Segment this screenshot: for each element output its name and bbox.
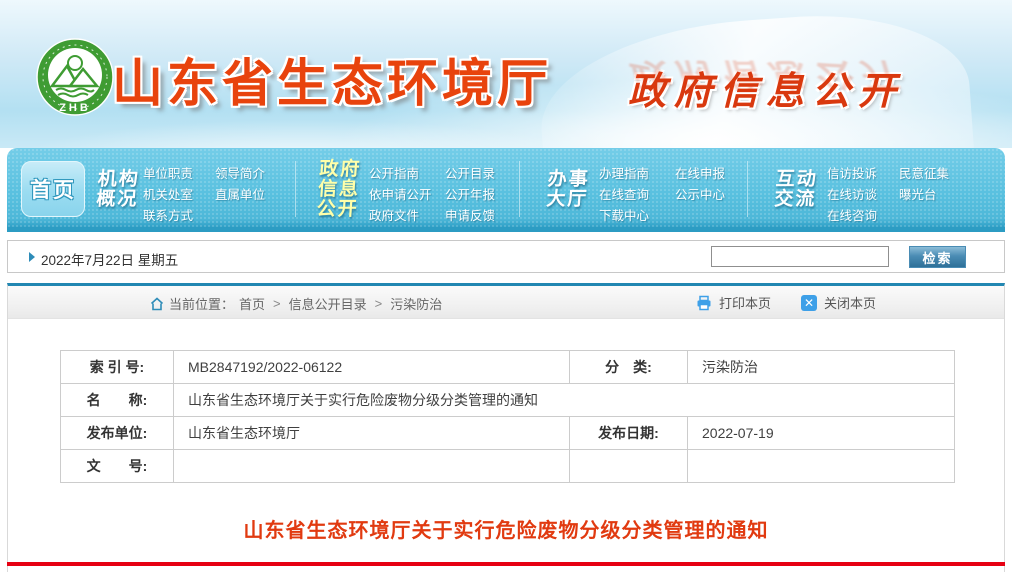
nav-link-unit-duties[interactable]: 单位职责 [143,164,193,185]
nav-links-column: 在线申报 公示中心 [675,164,725,206]
print-page-button[interactable]: 打印本页 [696,293,771,312]
article-title: 山东省生态环境厅关于实行危险废物分级分类管理的通知 [8,514,1004,543]
printer-icon [696,295,712,311]
nav-links-column: 公开目录 公开年报 申请反馈 [445,164,495,227]
nav-link-petition[interactable]: 信访投诉 [827,164,877,185]
close-page-label: 关闭本页 [824,293,876,312]
banner-slogan-reflection: 政府信息公开 [628,54,904,101]
table-row: 发布单位: 山东省生态环境厅 发布日期: 2022-07-19 [61,417,955,450]
nav-link-gov-documents[interactable]: 政府文件 [369,206,432,227]
meta-label-publisher: 发布单位: [61,417,174,450]
breadcrumb-separator: > [270,296,284,311]
search-input[interactable] [711,246,889,267]
nav-group-interaction[interactable]: 互动 交流 [774,170,819,210]
nav-link-opinion-collect[interactable]: 民意征集 [899,164,949,185]
nav-link-exposure[interactable]: 曝光台 [899,185,949,206]
meta-value-empty [688,450,955,483]
agency-logo-icon: ZHB [34,36,116,118]
nav-group-organization[interactable]: 机构 概况 [96,170,141,210]
meta-label-docnumber: 文 号: [61,450,174,483]
nav-link-on-request[interactable]: 依申请公开 [369,185,432,206]
breadcrumb-label: 当前位置： [169,294,234,313]
svg-text:ZHB: ZHB [59,102,91,114]
meta-value-category: 污染防治 [688,351,955,384]
nav-link-annual-report[interactable]: 公开年报 [445,185,495,206]
date-search-bar: 2022年7月22日 星期五 检索 [7,240,1005,273]
close-icon: ✕ [801,295,817,311]
breadcrumb-bar: 当前位置： 首页 > 信息公开目录 > 污染防治 打印本页 ✕ 关闭本页 [8,286,1004,319]
nav-home-button[interactable]: 首页 [21,161,85,217]
date-arrow-icon [29,252,35,262]
nav-link-handling-guide[interactable]: 办理指南 [599,164,649,185]
meta-value-pubdate: 2022-07-19 [688,417,955,450]
nav-link-online-declare[interactable]: 在线申报 [675,164,725,185]
breadcrumb-home-link[interactable]: 首页 [239,294,265,313]
nav-links-column: 公开指南 依申请公开 政府文件 [369,164,432,227]
article-divider-line [7,562,1005,566]
nav-divider [519,161,520,217]
meta-label-index: 索 引 号: [61,351,174,384]
meta-label-pubdate: 发布日期: [570,417,688,450]
current-date: 2022年7月22日 星期五 [41,249,178,269]
nav-links-column: 办理指南 在线查询 下载中心 [599,164,649,227]
nav-link-disclosure-guide[interactable]: 公开指南 [369,164,432,185]
meta-value-name: 山东省生态环境厅关于实行危险废物分级分类管理的通知 [174,384,955,417]
breadcrumb: 当前位置： 首页 > 信息公开目录 > 污染防治 [150,294,442,313]
table-row: 索 引 号: MB2847192/2022-06122 分 类: 污染防治 [61,351,955,384]
nav-link-publicity-center[interactable]: 公示中心 [675,185,725,206]
table-row: 名 称: 山东省生态环境厅关于实行危险废物分级分类管理的通知 [61,384,955,417]
home-icon [150,297,164,311]
meta-value-docnumber [174,450,570,483]
nav-links-column: 民意征集 曝光台 [899,164,949,206]
site-title: 山东省生态环境厅 [112,42,552,116]
search-button[interactable]: 检索 [909,246,966,268]
meta-value-publisher: 山东省生态环境厅 [174,417,570,450]
nav-group-service-hall[interactable]: 办事 大厅 [546,170,591,210]
nav-link-download-center[interactable]: 下载中心 [599,206,649,227]
nav-link-online-consult[interactable]: 在线咨询 [827,206,877,227]
meta-label-category: 分 类: [570,351,688,384]
page: ZHB 山东省生态环境厅 政府信息公开 政府信息公开 首页 机构 概况 单位职责… [0,0,1012,572]
main-navigation: 首页 机构 概况 单位职责 机关处室 联系方式 领导简介 直属单位 政府 信息 … [7,148,1005,232]
header-banner: ZHB 山东省生态环境厅 政府信息公开 政府信息公开 [0,0,1012,148]
nav-divider [295,161,296,217]
nav-link-affiliates[interactable]: 直属单位 [215,185,265,206]
nav-link-disclosure-catalog[interactable]: 公开目录 [445,164,495,185]
nav-group-gov-info[interactable]: 政府 信息 公开 [316,160,362,220]
meta-value-index: MB2847192/2022-06122 [174,351,570,384]
table-row: 文 号: [61,450,955,483]
nav-links-column: 领导简介 直属单位 [215,164,265,206]
nav-link-online-query[interactable]: 在线查询 [599,185,649,206]
nav-link-offices[interactable]: 机关处室 [143,185,193,206]
meta-label-name: 名 称: [61,384,174,417]
nav-link-contact[interactable]: 联系方式 [143,206,193,227]
nav-divider [747,161,748,217]
nav-links-column: 信访投诉 在线访谈 在线咨询 [827,164,877,227]
breadcrumb-separator: > [372,296,386,311]
document-meta-table: 索 引 号: MB2847192/2022-06122 分 类: 污染防治 名 … [60,350,955,483]
print-page-label: 打印本页 [719,293,771,312]
nav-link-feedback[interactable]: 申请反馈 [445,206,495,227]
close-page-button[interactable]: ✕ 关闭本页 [801,293,876,312]
nav-links-column: 单位职责 机关处室 联系方式 [143,164,193,227]
meta-label-empty [570,450,688,483]
content-panel: 当前位置： 首页 > 信息公开目录 > 污染防治 打印本页 ✕ 关闭本页 [7,283,1005,572]
nav-link-online-interview[interactable]: 在线访谈 [827,185,877,206]
nav-link-leaders[interactable]: 领导简介 [215,164,265,185]
breadcrumb-catalog-link[interactable]: 信息公开目录 [289,294,367,313]
breadcrumb-current-link[interactable]: 污染防治 [390,294,442,313]
